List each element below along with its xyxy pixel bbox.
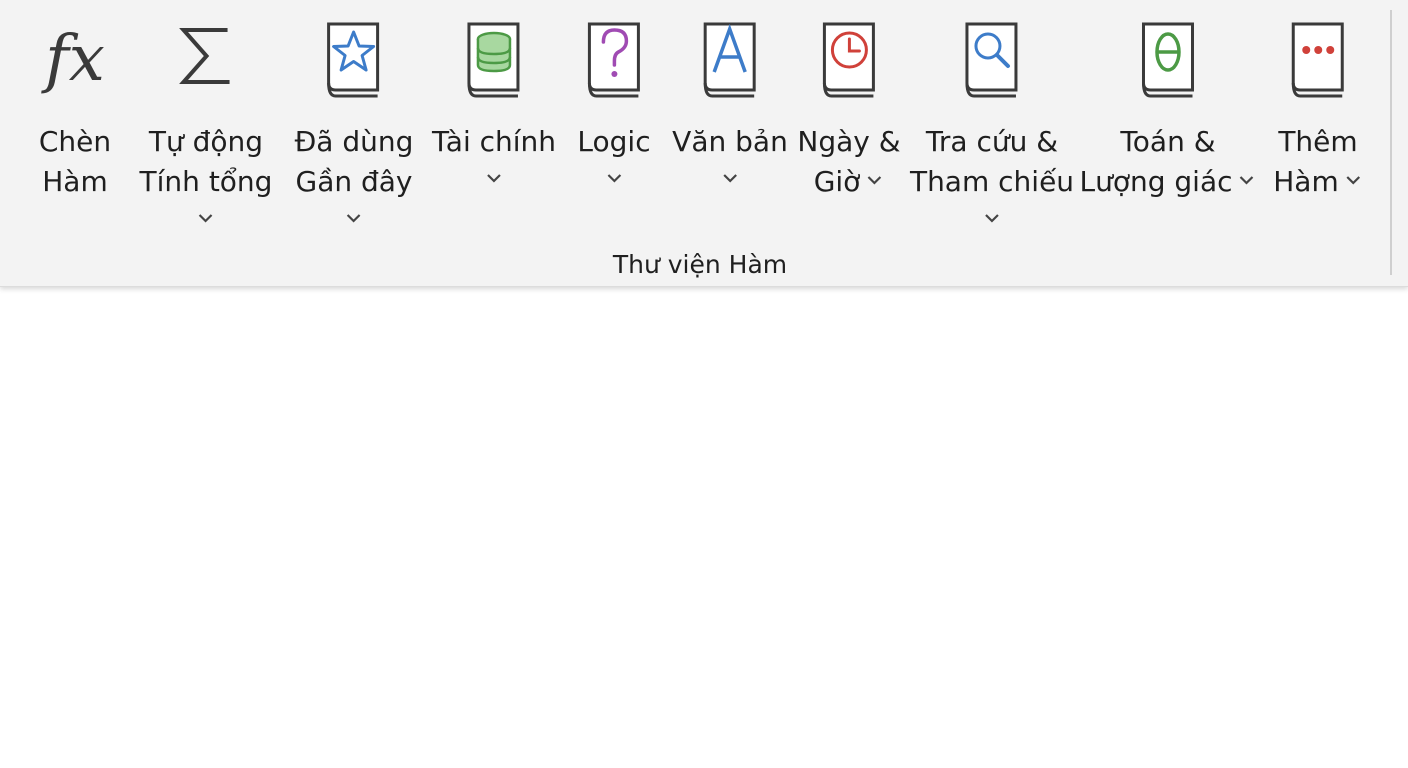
book-letter-a-icon <box>700 0 760 122</box>
text-functions-button[interactable]: Văn bản <box>672 0 788 235</box>
math-trig-button[interactable]: Toán & Lượng giác <box>1079 0 1256 235</box>
recently-used-label-line2: Gần đây <box>295 165 413 198</box>
ribbon-divider <box>1390 10 1392 275</box>
book-star-icon <box>324 0 384 122</box>
sigma-icon <box>176 0 236 122</box>
lookup-reference-button[interactable]: Tra cứu & Tham chiếu <box>910 0 1074 235</box>
more-functions-button[interactable]: Thêm Hàm <box>1273 0 1363 235</box>
financial-button[interactable]: Tài chính <box>432 0 556 235</box>
autosum-label-line1: Tự động <box>148 125 264 158</box>
lookup-reference-label-line2: Tham chiếu <box>909 165 1075 198</box>
fx-icon: fx <box>35 0 115 122</box>
chevron-down-icon <box>1239 176 1254 185</box>
logical-button[interactable]: Logic <box>577 0 651 235</box>
book-magnifier-icon <box>962 0 1022 122</box>
date-time-button[interactable]: Ngày & Giờ <box>797 0 901 235</box>
insert-function-button[interactable]: fx Chèn Hàm <box>35 0 115 235</box>
insert-function-label-line1: Chèn <box>38 125 112 158</box>
recently-used-label-line1: Đã dùng <box>294 125 414 158</box>
chevron-down-icon <box>487 174 501 183</box>
lookup-reference-label-line1: Tra cứu & <box>925 125 1059 158</box>
chevron-down-icon <box>867 176 882 185</box>
chevron-down-icon <box>199 214 213 223</box>
book-coins-icon <box>464 0 524 122</box>
svg-text:fx: fx <box>41 22 105 96</box>
chevron-down-icon <box>347 214 361 223</box>
autosum-button[interactable]: Tự động Tính tổng <box>139 0 273 235</box>
date-time-label-line2: Giờ <box>813 165 861 198</box>
chevron-down-icon <box>723 174 737 183</box>
math-trig-label-line1: Toán & <box>1120 125 1216 158</box>
book-question-icon <box>584 0 644 122</box>
logical-label-line1: Logic <box>577 125 651 158</box>
function-library-group-label: Thư viện Hàm <box>612 250 788 279</box>
chevron-down-icon <box>1345 176 1360 185</box>
chevron-down-icon <box>607 174 621 183</box>
insert-function-label-line2: Hàm <box>42 165 108 198</box>
date-time-label-line1: Ngày & <box>797 125 901 158</box>
chevron-down-icon <box>985 214 999 223</box>
recently-used-button[interactable]: Đã dùng Gần đây <box>294 0 414 235</box>
more-functions-label-line2: Hàm <box>1273 165 1339 198</box>
financial-label-line1: Tài chính <box>431 125 557 158</box>
book-clock-icon <box>819 0 879 122</box>
math-trig-label-line2: Lượng giác <box>1079 165 1233 198</box>
formulas-ribbon: fx Chèn Hàm Tự động Tính tổng Đã dùng Gầ… <box>0 0 1408 287</box>
autosum-label-line2: Tính tổng <box>139 165 273 198</box>
book-dots-icon <box>1288 0 1348 122</box>
more-functions-label-line1: Thêm <box>1278 125 1358 158</box>
book-theta-icon <box>1138 0 1198 122</box>
text-functions-label-line1: Văn bản <box>672 125 788 158</box>
